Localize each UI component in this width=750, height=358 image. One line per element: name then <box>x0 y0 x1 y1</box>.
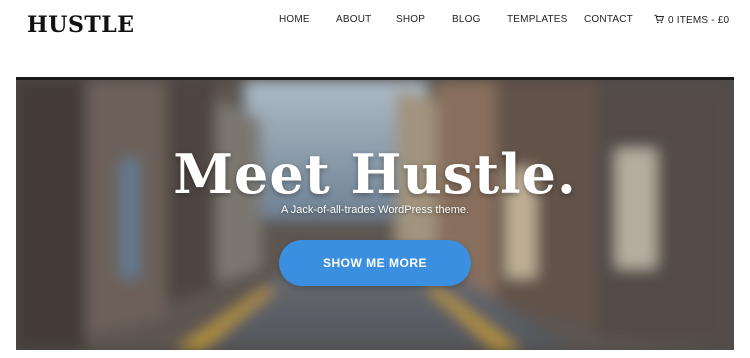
nav-blog[interactable]: BLOG <box>452 14 481 25</box>
hero-subtitle: A Jack-of-all-trades WordPress theme. <box>280 204 470 216</box>
cart-icon <box>654 14 664 27</box>
nav-about[interactable]: ABOUT <box>336 14 371 25</box>
nav-home[interactable]: HOME <box>279 14 310 25</box>
show-me-more-button[interactable]: SHOW ME MORE <box>279 240 471 286</box>
nav-shop[interactable]: SHOP <box>396 14 425 25</box>
main-nav: HOME ABOUT SHOP BLOG TEMPLATES CONTACT 0… <box>0 14 750 28</box>
nav-contact[interactable]: CONTACT <box>584 14 633 25</box>
cart-label: 0 ITEMS - £0 <box>668 15 730 26</box>
nav-templates[interactable]: TEMPLATES <box>507 14 568 25</box>
hero-title: Meet Hustle. <box>173 142 577 206</box>
site-header: HUSTLE HOME ABOUT SHOP BLOG TEMPLATES CO… <box>0 0 750 70</box>
hero-banner: Meet Hustle. A Jack-of-all-trades WordPr… <box>16 77 734 350</box>
nav-cart[interactable]: 0 ITEMS - £0 <box>654 14 729 27</box>
